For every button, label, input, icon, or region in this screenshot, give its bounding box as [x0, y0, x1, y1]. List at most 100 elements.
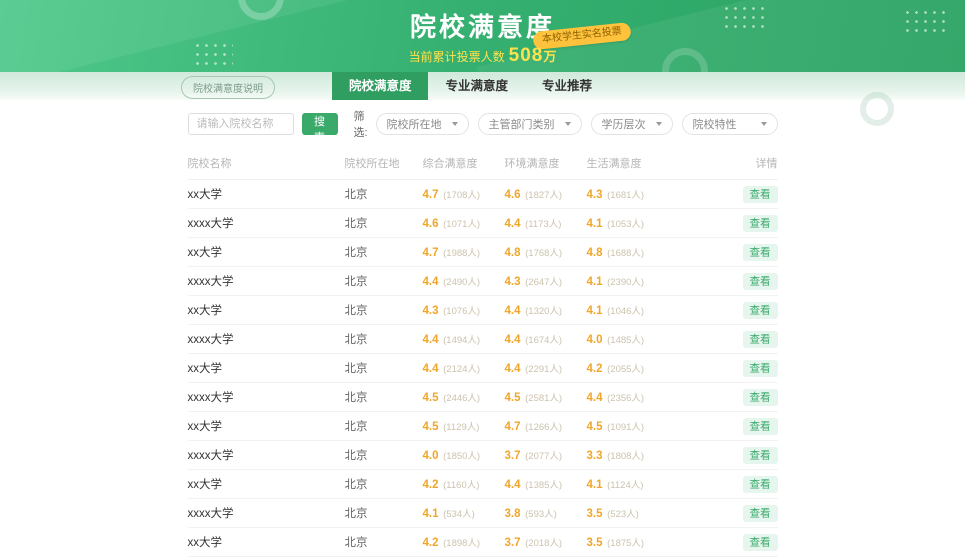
score-value: 4.4	[423, 363, 439, 375]
score-value: 4.4	[505, 305, 521, 317]
score-count: (2291人)	[523, 364, 563, 375]
vote-count-label: 当前累计投票人数	[409, 50, 505, 64]
table-row: xxxx大学北京4.1 (534人)3.8 (593人)3.5 (523人)查看	[188, 499, 778, 528]
view-link[interactable]: 查看	[743, 534, 778, 551]
school-name-cell: xx大学	[188, 534, 345, 550]
tab-college-satisfaction[interactable]: 院校满意度	[332, 72, 429, 100]
env-score-cell: 4.5 (2581人)	[505, 390, 587, 404]
score-count: (534人)	[441, 509, 475, 520]
table-row: xxxx大学北京4.4 (2490人)4.3 (2647人)4.1 (2390人…	[188, 267, 778, 296]
tab-major-satisfaction[interactable]: 专业满意度	[428, 72, 525, 100]
score-value: 4.0	[587, 334, 603, 346]
satisfaction-info-pill[interactable]: 院校满意度说明	[181, 76, 275, 99]
view-link[interactable]: 查看	[743, 244, 778, 261]
score-value: 3.7	[505, 537, 521, 549]
detail-cell: 查看	[743, 332, 778, 347]
score-count: (2446人)	[441, 393, 481, 404]
page-title: 院校满意度	[0, 0, 965, 44]
filter-label: 筛选:	[354, 108, 370, 140]
location-cell: 北京	[345, 331, 423, 347]
env-score-cell: 4.3 (2647人)	[505, 274, 587, 288]
location-cell: 北京	[345, 418, 423, 434]
view-link[interactable]: 查看	[743, 389, 778, 406]
table-row: xx大学北京4.7 (1988人)4.8 (1768人)4.8 (1688人)查…	[188, 238, 778, 267]
view-link[interactable]: 查看	[743, 476, 778, 493]
view-link[interactable]: 查看	[743, 418, 778, 435]
filter-dropdown-3[interactable]: 学历层次	[591, 113, 673, 135]
score-value: 4.4	[505, 218, 521, 230]
table-row: xx大学北京4.3 (1076人)4.4 (1320人)4.1 (1046人)查…	[188, 296, 778, 325]
location-cell: 北京	[345, 302, 423, 318]
table-row: xxxx大学北京4.0 (1850人)3.7 (2077人)3.3 (1808人…	[188, 441, 778, 470]
score-count: (1046人)	[605, 306, 645, 317]
score-value: 4.4	[505, 479, 521, 491]
view-link[interactable]: 查看	[743, 215, 778, 232]
location-cell: 北京	[345, 186, 423, 202]
school-name-cell: xx大学	[188, 244, 345, 260]
env-score-cell: 4.8 (1768人)	[505, 245, 587, 259]
view-link[interactable]: 查看	[743, 447, 778, 464]
score-value: 4.1	[587, 276, 603, 288]
detail-cell: 查看	[743, 506, 778, 521]
location-cell: 北京	[345, 447, 423, 463]
score-count: (1898人)	[441, 538, 481, 549]
score-value: 4.4	[505, 363, 521, 375]
table-row: xx大学北京4.5 (1129人)4.7 (1266人)4.5 (1091人)查…	[188, 412, 778, 441]
table-header-cell: 详情	[756, 155, 778, 171]
overall-score-cell: 4.1 (534人)	[423, 506, 505, 520]
life-score-cell: 4.5 (1091人)	[587, 419, 707, 433]
view-link[interactable]: 查看	[743, 273, 778, 290]
score-count: (1850人)	[441, 451, 481, 462]
school-search-input[interactable]	[188, 113, 294, 135]
table-row: xxxx大学北京4.4 (1494人)4.4 (1674人)4.0 (1485人…	[188, 325, 778, 354]
tab-major-recommend[interactable]: 专业推荐	[525, 72, 609, 100]
score-value: 3.5	[587, 508, 603, 520]
view-link[interactable]: 查看	[743, 360, 778, 377]
score-count: (1091人)	[605, 422, 645, 433]
detail-cell: 查看	[743, 535, 778, 550]
view-link[interactable]: 查看	[743, 331, 778, 348]
filter-dropdown-4[interactable]: 院校特性	[682, 113, 778, 135]
life-score-cell: 4.0 (1485人)	[587, 332, 707, 346]
score-count: (1827人)	[523, 190, 563, 201]
score-value: 4.8	[587, 247, 603, 259]
env-score-cell: 4.4 (1173人)	[505, 216, 587, 230]
filter-dropdown-1[interactable]: 院校所在地	[376, 113, 469, 135]
score-value: 4.3	[587, 189, 603, 201]
detail-cell: 查看	[743, 361, 778, 376]
score-value: 4.7	[423, 247, 439, 259]
chevron-down-icon	[656, 122, 662, 126]
search-button[interactable]: 搜索	[302, 113, 338, 135]
filter-dropdown-label: 学历层次	[602, 116, 646, 132]
chevron-down-icon	[452, 122, 458, 126]
score-value: 3.8	[505, 508, 521, 520]
page-header: 院校满意度 本校学生实名投票 当前累计投票人数508万	[0, 0, 965, 72]
school-name-cell: xx大学	[188, 186, 345, 202]
view-link[interactable]: 查看	[743, 186, 778, 203]
score-value: 4.7	[505, 421, 521, 433]
school-name-cell: xxxx大学	[188, 215, 345, 231]
location-cell: 北京	[345, 389, 423, 405]
score-count: (593人)	[523, 509, 557, 520]
overall-score-cell: 4.4 (2124人)	[423, 361, 505, 375]
satisfaction-table: 院校名称院校所在地综合满意度环境满意度生活满意度详情 xx大学北京4.7 (17…	[188, 144, 778, 557]
table-row: xx大学北京4.2 (1160人)4.4 (1385人)4.1 (1124人)查…	[188, 470, 778, 499]
env-score-cell: 4.4 (1385人)	[505, 477, 587, 491]
overall-score-cell: 4.2 (1898人)	[423, 535, 505, 549]
view-link[interactable]: 查看	[743, 302, 778, 319]
school-name-cell: xx大学	[188, 360, 345, 376]
view-link[interactable]: 查看	[743, 505, 778, 522]
location-cell: 北京	[345, 244, 423, 260]
score-value: 3.7	[505, 450, 521, 462]
location-cell: 北京	[345, 215, 423, 231]
table-row: xx大学北京4.7 (1708人)4.6 (1827人)4.3 (1681人)查…	[188, 180, 778, 209]
score-count: (2124人)	[441, 364, 481, 375]
overall-score-cell: 4.6 (1071人)	[423, 216, 505, 230]
score-count: (523人)	[605, 509, 639, 520]
env-score-cell: 3.8 (593人)	[505, 506, 587, 520]
chevron-down-icon	[565, 122, 571, 126]
score-count: (2055人)	[605, 364, 645, 375]
filter-dropdown-2[interactable]: 主管部门类别	[478, 113, 582, 135]
vote-count-unit: 万	[543, 49, 556, 64]
score-value: 4.4	[505, 334, 521, 346]
